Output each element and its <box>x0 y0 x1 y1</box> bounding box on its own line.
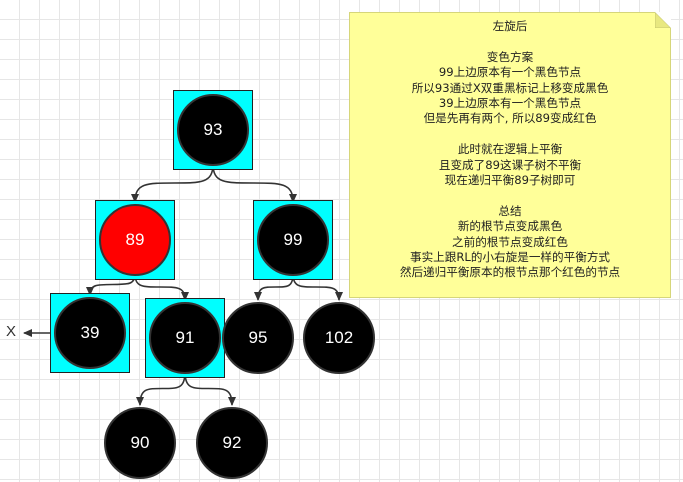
note-line: 现在递归平衡89子树即可 <box>444 173 576 188</box>
note-line: 总结 <box>498 203 522 218</box>
sticky-note: 左旋后变色方案 99上边原本有一个黑色节点 所以93通过X双重黑标记上移变成黑色 39… <box>349 12 671 298</box>
tree-node-39: 39 <box>54 297 126 369</box>
node-label: 92 <box>222 433 242 452</box>
tree-node-102: 102 <box>303 302 375 374</box>
tree-node-90: 90 <box>104 407 176 479</box>
note-line: 但是先再有两个, 所以89变成红色 <box>423 111 597 126</box>
tree-node-95: 95 <box>222 302 294 374</box>
tree-node-89: 89 <box>99 204 171 276</box>
x-marker-label: X <box>6 323 17 340</box>
node-label: 99 <box>283 230 303 249</box>
node-label: 91 <box>175 328 195 347</box>
tree-node-99: 99 <box>257 204 329 276</box>
node-label: 89 <box>125 230 145 249</box>
node-label: 102 <box>324 328 354 347</box>
note-line: 且变成了89这课子树不平衡 <box>438 157 582 172</box>
node-label: 39 <box>80 323 100 342</box>
note-line <box>350 188 670 203</box>
note-line: 事实上跟RL的小右旋是一样的平衡方式 <box>409 250 611 265</box>
note-line: 新的根节点变成黑色 <box>457 219 563 234</box>
note-line: 所以93通过X双重黑标记上移变成黑色 <box>411 80 609 95</box>
note-line <box>350 127 670 142</box>
note-line: 99上边原本有一个黑色节点 <box>438 65 582 80</box>
tree-node-91: 91 <box>149 302 221 374</box>
note-line: 左旋后 <box>492 19 528 33</box>
note-line: 此时就在逻辑上平衡 <box>457 142 563 157</box>
node-label: 93 <box>203 120 223 139</box>
tree-node-92: 92 <box>196 407 268 479</box>
note-line: 变色方案 <box>486 49 534 64</box>
note-line: 39上边原本有一个黑色节点 <box>438 96 582 111</box>
note-text: 左旋后变色方案 99上边原本有一个黑色节点 所以93通过X双重黑标记上移变成黑色 39… <box>350 19 670 281</box>
note-line: 之前的根节点变成红色 <box>452 234 568 249</box>
node-label: 90 <box>130 433 150 452</box>
note-line <box>350 34 670 49</box>
note-line: 然后递归平衡原本的根节点那个红色的节点 <box>399 265 621 280</box>
tree-node-93: 93 <box>177 94 249 166</box>
node-label: 95 <box>248 328 268 347</box>
